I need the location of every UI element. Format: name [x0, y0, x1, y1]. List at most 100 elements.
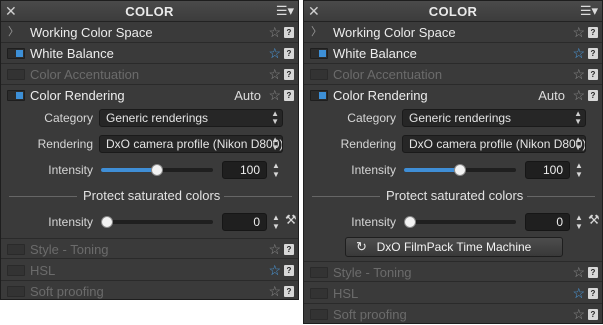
section-working-color-space[interactable]: 〉 Working Color Space ☆ ? [304, 22, 602, 43]
divider [9, 196, 77, 197]
magic-wand-icon[interactable]: ⚒ [588, 212, 600, 228]
protect-slider-track[interactable] [404, 220, 516, 224]
help-icon[interactable]: ? [284, 27, 294, 38]
star-icon[interactable]: ☆ [268, 43, 281, 64]
enable-checkbox[interactable] [310, 69, 328, 80]
intensity-stepper[interactable]: ▲ ▼ [574, 161, 584, 179]
help-icon[interactable]: ? [588, 309, 598, 320]
protect-slider-handle[interactable] [101, 216, 113, 228]
rendering-select[interactable]: DxO camera profile (Nikon D800) ▲ ▼ [402, 135, 586, 153]
section-label: Color Accentuation [333, 67, 443, 82]
star-icon[interactable]: ☆ [268, 260, 281, 281]
mode-label: Auto [538, 88, 565, 103]
section-color-accentuation[interactable]: Color Accentuation ☆ ? [304, 64, 602, 85]
mode-label: Auto [234, 88, 261, 103]
intensity-stepper[interactable]: ▲ ▼ [271, 161, 281, 179]
protect-slider-track[interactable] [101, 220, 213, 224]
section-style-toning[interactable]: Style - Toning ☆ ? [304, 261, 602, 282]
star-icon[interactable]: ☆ [572, 85, 585, 106]
star-icon[interactable]: ☆ [572, 22, 585, 43]
help-icon[interactable]: ? [284, 69, 294, 80]
protect-intensity-input[interactable]: 0 [222, 213, 267, 231]
intensity-slider-handle[interactable] [454, 164, 466, 176]
protect-slider-handle[interactable] [404, 216, 416, 228]
section-white-balance[interactable]: White Balance ☆ ? [1, 43, 298, 64]
section-label: Color Rendering [333, 88, 428, 103]
section-working-color-space[interactable]: 〉 Working Color Space ☆ ? [1, 22, 298, 43]
enable-checkbox[interactable] [310, 267, 328, 278]
section-white-balance[interactable]: White Balance ☆ ? [304, 43, 602, 64]
rendering-value: DxO camera profile (Nikon D800) [106, 137, 283, 151]
star-icon[interactable]: ☆ [572, 43, 585, 64]
enable-checkbox[interactable] [310, 90, 328, 101]
protect-heading: Protect saturated colors [386, 188, 524, 203]
category-select[interactable]: Generic renderings ▲ ▼ [99, 109, 283, 127]
filmpack-button-label: DxO FilmPack Time Machine [376, 240, 532, 254]
star-icon[interactable]: ☆ [572, 64, 585, 85]
help-icon[interactable]: ? [284, 244, 294, 255]
help-icon[interactable]: ? [284, 48, 294, 59]
star-icon[interactable]: ☆ [572, 262, 585, 283]
section-label: Style - Toning [333, 265, 412, 280]
protect-stepper[interactable]: ▲ ▼ [271, 213, 281, 231]
color-palette-left: ✕ COLOR ☰▾ 〉 Working Color Space ☆ ? Whi… [0, 0, 299, 300]
protect-intensity-input[interactable]: 0 [525, 213, 570, 231]
enable-checkbox[interactable] [7, 90, 25, 101]
filmpack-time-machine-button[interactable]: ↻ DxO FilmPack Time Machine [345, 237, 563, 257]
menu-icon[interactable]: ☰▾ [276, 2, 294, 20]
intensity-input[interactable]: 100 [525, 161, 570, 179]
enable-checkbox[interactable] [7, 286, 25, 297]
rendering-label: Rendering [340, 137, 396, 151]
section-hsl[interactable]: HSL ☆ ? [304, 283, 602, 304]
help-icon[interactable]: ? [284, 265, 294, 276]
star-icon[interactable]: ☆ [572, 283, 585, 304]
select-arrows-icon: ▲ ▼ [574, 109, 582, 126]
enable-checkbox[interactable] [7, 48, 25, 59]
enable-checkbox[interactable] [310, 48, 328, 59]
protect-stepper[interactable]: ▲ ▼ [574, 213, 584, 231]
help-icon[interactable]: ? [284, 90, 294, 101]
section-color-rendering[interactable]: Color Rendering Auto ☆ ? [304, 85, 602, 106]
category-label: Category [44, 111, 93, 125]
enable-checkbox[interactable] [7, 265, 25, 276]
help-icon[interactable]: ? [588, 288, 598, 299]
section-color-rendering[interactable]: Color Rendering Auto ☆ ? [1, 85, 298, 106]
enable-checkbox[interactable] [310, 309, 328, 320]
section-soft-proofing[interactable]: Soft proofing ☆ ? [1, 281, 298, 302]
help-icon[interactable]: ? [588, 27, 598, 38]
help-icon[interactable]: ? [588, 90, 598, 101]
section-hsl[interactable]: HSL ☆ ? [1, 260, 298, 281]
magic-wand-icon[interactable]: ⚒ [285, 212, 297, 228]
section-color-accentuation[interactable]: Color Accentuation ☆ ? [1, 64, 298, 85]
intensity-input[interactable]: 100 [222, 161, 267, 179]
rendering-select[interactable]: DxO camera profile (Nikon D800) ▲ ▼ [99, 135, 283, 153]
enable-checkbox[interactable] [7, 244, 25, 255]
color-palette-right: ✕ COLOR ☰▾ 〉 Working Color Space ☆ ? Whi… [303, 0, 603, 324]
divider [312, 196, 380, 197]
category-select[interactable]: Generic renderings ▲ ▼ [402, 109, 586, 127]
select-arrows-icon: ▲ ▼ [574, 135, 582, 152]
star-icon[interactable]: ☆ [268, 281, 281, 302]
section-soft-proofing[interactable]: Soft proofing ☆ ? [304, 304, 602, 325]
enable-checkbox[interactable] [310, 288, 328, 299]
category-label: Category [347, 111, 396, 125]
enable-checkbox[interactable] [7, 69, 25, 80]
intensity-label: Intensity [351, 163, 396, 177]
star-icon[interactable]: ☆ [572, 304, 585, 325]
star-icon[interactable]: ☆ [268, 22, 281, 43]
help-icon[interactable]: ? [588, 69, 598, 80]
star-icon[interactable]: ☆ [268, 85, 281, 106]
menu-icon[interactable]: ☰▾ [580, 2, 598, 20]
chevron-right-icon[interactable]: 〉 [8, 22, 19, 43]
help-icon[interactable]: ? [588, 48, 598, 59]
protect-heading: Protect saturated colors [83, 188, 221, 203]
category-value: Generic renderings [409, 111, 512, 125]
star-icon[interactable]: ☆ [268, 239, 281, 260]
help-icon[interactable]: ? [588, 267, 598, 278]
help-icon[interactable]: ? [284, 286, 294, 297]
section-style-toning[interactable]: Style - Toning ☆ ? [1, 238, 298, 259]
intensity-slider-handle[interactable] [151, 164, 163, 176]
section-label: HSL [333, 286, 359, 301]
star-icon[interactable]: ☆ [268, 64, 281, 85]
chevron-right-icon[interactable]: 〉 [311, 22, 322, 43]
